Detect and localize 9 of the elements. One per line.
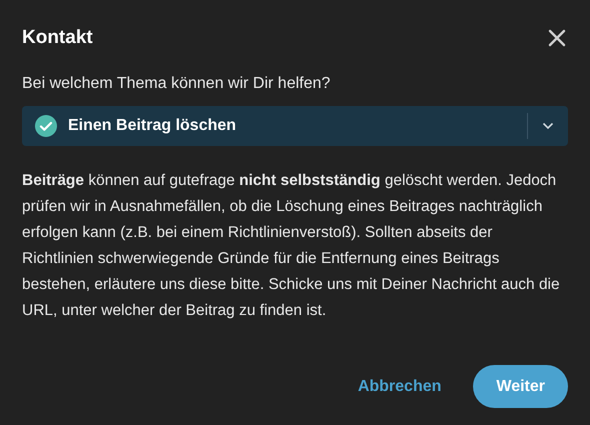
- info-paragraph: Beiträge können auf gutefrage nicht selbstständig gelöscht werden. Jedoch prüfen wir in Ausnahmefällen, ob die Löschung eines Beitrages nachträglich erfolgen kann (z.B. bei einem Richtlinienverstoß). Sollten abseits der Richtlinien schwerwiegende Gründe für die Entfernung eines Beitrags bestehen, erläutere uns diese bitte. Schicke uns mit Deiner Nachricht auch die URL, unter welcher der Beitrag zu finden ist.: [22, 170, 561, 320]
- close-icon[interactable]: [547, 28, 567, 48]
- topic-question: Bei welchem Thema können wir Dir helfen?: [22, 74, 332, 94]
- continue-button[interactable]: Weiter: [473, 365, 568, 408]
- cancel-button[interactable]: Abbrechen: [358, 374, 442, 398]
- topic-select[interactable]: Einen Beitrag löschen: [22, 106, 568, 146]
- select-value: Einen Beitrag löschen: [68, 116, 238, 136]
- dialog-title: Kontakt: [22, 26, 93, 50]
- chevron-down-icon: [542, 122, 554, 130]
